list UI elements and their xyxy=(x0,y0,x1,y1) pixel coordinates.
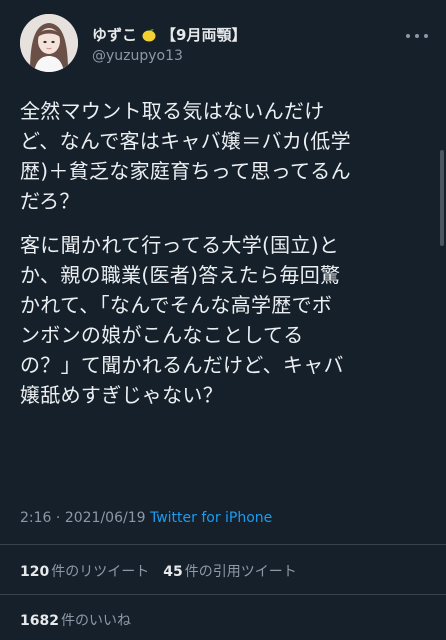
user-handle[interactable]: @yuzupyo13 xyxy=(92,48,183,64)
quote-tweets-stat[interactable]: 45 件の引用ツイート xyxy=(163,561,296,581)
more-options-icon[interactable] xyxy=(406,28,428,44)
divider xyxy=(0,594,446,595)
tweet-time[interactable]: 2:16 xyxy=(20,510,51,526)
tweet-paragraph-2: 客に聞かれて行ってる大学(国立)と か、親の職業(医者)答えたら毎回驚 かれて、… xyxy=(20,233,344,407)
display-name-badge: 【9月両顎】 xyxy=(161,26,247,44)
lemon-emoji-icon xyxy=(142,28,156,41)
likes-stat[interactable]: 1682 件のいいね xyxy=(20,610,131,630)
likes-label: 件のいいね xyxy=(60,613,131,629)
retweets-stat[interactable]: 120 件のリツイート xyxy=(20,561,149,581)
tweet-meta: 2:16 · 2021/06/19 Twitter for iPhone xyxy=(20,510,272,526)
retweet-stats-row: 120 件のリツイート 45 件の引用ツイート xyxy=(20,561,297,581)
retweets-label: 件のリツイート xyxy=(51,564,150,580)
author-name-row[interactable]: ゆずこ 【9月両顎】 xyxy=(92,24,246,45)
tweet-date[interactable]: 2021/06/19 xyxy=(65,510,146,526)
retweets-count: 120 xyxy=(20,564,50,580)
tweet-header: ゆずこ 【9月両顎】 @yuzupyo13 xyxy=(20,14,430,78)
likes-stats-row: 1682 件のいいね xyxy=(20,610,131,630)
avatar-illustration-icon xyxy=(20,14,78,72)
tweet-text: 全然マウント取る気はないんだけ ど、なんで客はキャバ嬢＝バカ(低学 歴)＋貧乏な… xyxy=(20,96,428,424)
scrollbar[interactable] xyxy=(440,150,444,246)
avatar[interactable] xyxy=(20,14,78,72)
tweet-source-link[interactable]: Twitter for iPhone xyxy=(150,510,272,526)
likes-count: 1682 xyxy=(20,613,59,629)
quotes-label: 件の引用ツイート xyxy=(184,564,297,580)
divider xyxy=(0,544,446,545)
display-name[interactable]: ゆずこ xyxy=(92,24,137,45)
quotes-count: 45 xyxy=(163,564,183,580)
tweet-paragraph-1: 全然マウント取る気はないんだけ ど、なんで客はキャバ嬢＝バカ(低学 歴)＋貧乏な… xyxy=(20,99,351,213)
meta-separator: · xyxy=(55,510,61,526)
